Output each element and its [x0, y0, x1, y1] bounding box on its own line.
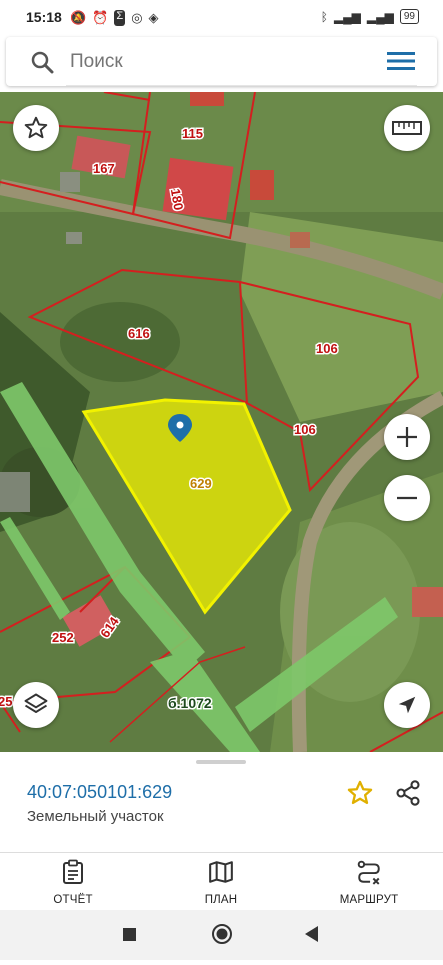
alarm-off-icon: 🔕	[70, 10, 87, 25]
layers-icon	[24, 693, 48, 713]
route-icon	[357, 860, 380, 885]
drag-handle[interactable]	[196, 760, 246, 764]
ruler-button[interactable]	[384, 105, 430, 151]
nav-report-label: ОТЧЁТ	[53, 894, 93, 906]
battery-icon: 99	[399, 9, 419, 24]
road-label: б.1072	[168, 695, 212, 711]
status-bar: 15:18 🔕 ⏰ Σ ◎ ◈ ᛒ ▂▄▆ ▂▄▆ 99	[0, 0, 443, 36]
zoom-in-button[interactable]	[384, 414, 430, 460]
app-icon: ◈	[148, 10, 159, 25]
nav-plan[interactable]: ПЛАН	[166, 859, 276, 906]
parcel-label-106-b: 106	[294, 422, 316, 437]
parcel-info-sheet[interactable]: 40:07:050101:629 Земельный участок	[0, 752, 443, 852]
clipboard-icon	[63, 859, 83, 884]
plus-icon	[397, 427, 417, 447]
nav-plan-label: ПЛАН	[204, 894, 238, 906]
search-icon[interactable]	[30, 50, 54, 79]
signal-icon: ▂▄▆	[333, 9, 361, 24]
search-bar	[6, 37, 437, 86]
whatsapp-icon: ◎	[131, 10, 143, 25]
parcel-label-252: 252	[52, 630, 74, 645]
star-outline-icon	[24, 116, 48, 139]
cadastral-number: 40:07:050101:629	[27, 782, 173, 802]
satellite-map[interactable]: 115 167 180 616 106 106 614 252 25 629 б…	[0, 92, 443, 752]
menu-icon[interactable]	[387, 51, 415, 76]
navigation-arrow-icon	[398, 696, 416, 714]
bottom-navigation: ОТЧЁТ ПЛАН МАРШРУТ	[0, 852, 443, 911]
notification-icons: 🔕 ⏰ Σ ◎ ◈	[70, 10, 159, 26]
recent-apps-icon[interactable]	[123, 928, 136, 941]
parcel-label-629: 629	[190, 476, 212, 491]
system-icons: ᛒ ▂▄▆ ▂▄▆ 99	[321, 9, 419, 24]
parcel-label-25: 25	[0, 694, 12, 709]
parcel-label-115: 115	[182, 126, 203, 141]
system-navigation-bar	[0, 910, 443, 960]
back-icon[interactable]	[305, 926, 318, 942]
map-view[interactable]: 115 167 180 616 106 106 614 252 25 629 б…	[0, 92, 443, 752]
parcel-type: Земельный участок	[27, 808, 164, 825]
home-icon[interactable]	[212, 924, 232, 944]
zoom-out-button[interactable]	[384, 475, 430, 521]
status-time: 15:18	[26, 9, 62, 25]
my-location-button[interactable]	[384, 682, 430, 728]
search-input[interactable]	[68, 47, 362, 77]
map-icon	[209, 861, 233, 883]
signal-icon-2: ▂▄▆	[366, 9, 394, 24]
parcel-label-106-a: 106	[316, 341, 338, 356]
bluetooth-icon: ᛒ	[320, 9, 328, 24]
parcel-label-167: 167	[93, 161, 115, 176]
parcel-label-616: 616	[128, 326, 150, 341]
ruler-icon	[392, 121, 422, 135]
minus-icon	[397, 496, 417, 500]
favorite-map-button[interactable]	[13, 105, 59, 151]
favorite-star-icon[interactable]	[346, 779, 374, 812]
sigma-icon: Σ	[114, 10, 126, 26]
nav-report[interactable]: ОТЧЁТ	[18, 859, 128, 906]
search-underline	[66, 85, 417, 86]
nav-route[interactable]: МАРШРУТ	[314, 859, 424, 906]
nav-route-label: МАРШРУТ	[339, 894, 399, 906]
layers-button[interactable]	[13, 682, 59, 728]
alarm-icon: ⏰	[92, 10, 109, 25]
share-icon[interactable]	[394, 779, 422, 812]
